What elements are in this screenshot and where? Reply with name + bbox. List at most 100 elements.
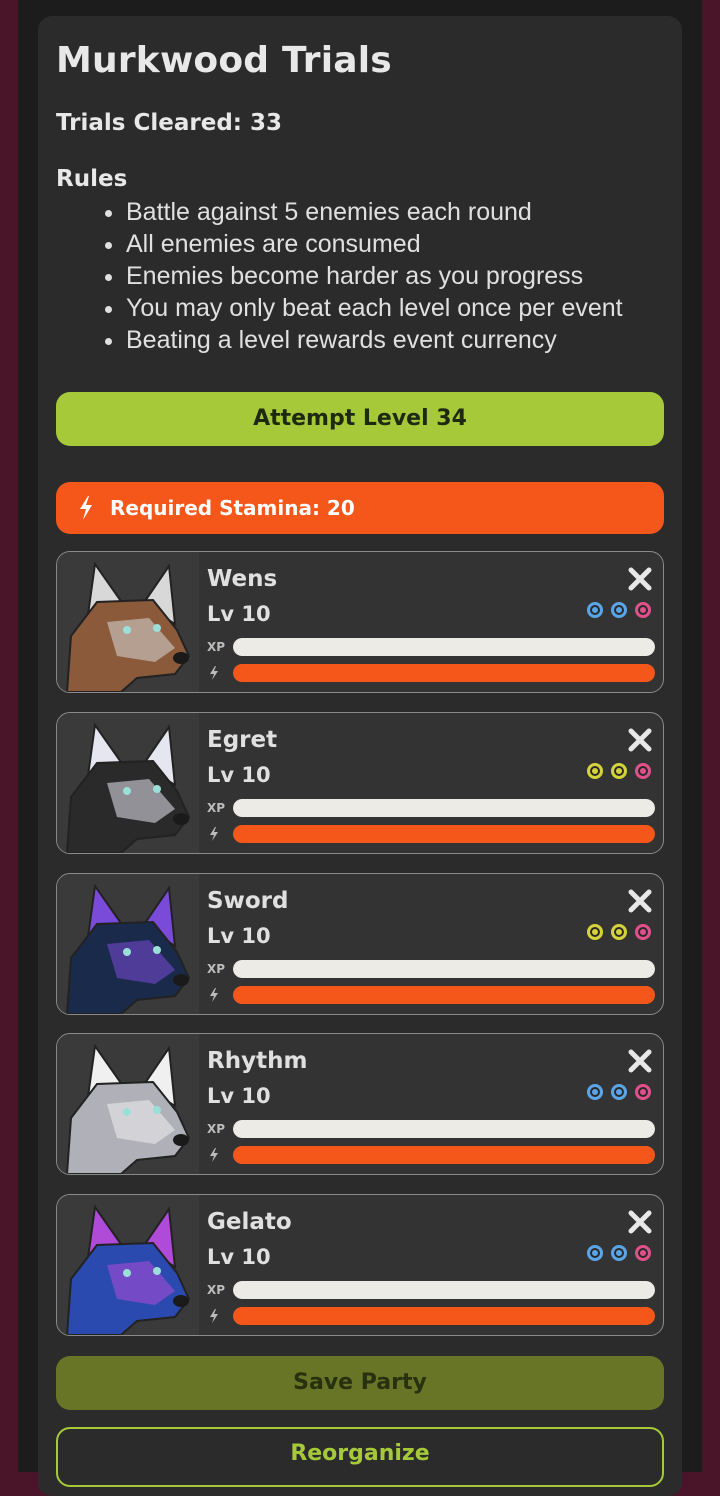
- rule-item: Beating a level rewards event currency: [126, 324, 706, 356]
- member-name: Rhythm: [207, 1048, 308, 1074]
- remove-member-close-icon[interactable]: [627, 1048, 653, 1074]
- trait-icons: [587, 924, 659, 944]
- trials-cleared-count: Trials Cleared: 33: [56, 110, 282, 136]
- stamina-bar-fill: [233, 1307, 655, 1325]
- remove-member-close-icon[interactable]: [627, 727, 653, 753]
- save-party-button[interactable]: Save Party: [56, 1356, 664, 1410]
- trait-icons: [587, 1245, 659, 1265]
- rules-list: Battle against 5 enemies each round All …: [96, 196, 706, 356]
- trait-badge-icon: [587, 1084, 603, 1100]
- portrait-nose: [173, 813, 189, 825]
- trait-icons: [587, 602, 659, 622]
- member-level: Lv 10: [207, 924, 271, 948]
- member-name: Wens: [207, 566, 278, 592]
- wolf-portrait: [57, 552, 199, 692]
- xp-bar-fill: [233, 960, 655, 978]
- stamina-bar: [233, 1307, 655, 1325]
- stamina-bar-fill: [233, 1146, 655, 1164]
- member-level: Lv 10: [207, 1245, 271, 1269]
- trait-badge-icon: [635, 763, 651, 779]
- trait-badge-icon: [611, 763, 627, 779]
- portrait-eye: [153, 624, 161, 632]
- trait-badge-icon: [635, 1245, 651, 1261]
- stamina-bolt-icon: [210, 666, 218, 680]
- member-name: Sword: [207, 888, 289, 914]
- trait-badge-icon: [635, 602, 651, 618]
- portrait-nose: [173, 974, 189, 986]
- party-member-card[interactable]: Sword Lv 10 XP: [56, 873, 664, 1015]
- xp-bar: [233, 638, 655, 656]
- xp-bar-fill: [233, 638, 655, 656]
- trait-badge-icon: [587, 763, 603, 779]
- portrait-eye: [123, 626, 131, 634]
- trait-badge-icon: [587, 1245, 603, 1261]
- remove-member-close-icon[interactable]: [627, 1209, 653, 1235]
- portrait-eye: [123, 787, 131, 795]
- trait-icons: [587, 763, 659, 783]
- xp-label: XP: [207, 801, 226, 815]
- member-level: Lv 10: [207, 1084, 271, 1108]
- trait-badge-icon: [635, 924, 651, 940]
- portrait-nose: [173, 652, 189, 664]
- stamina-bolt-icon: [210, 1309, 218, 1323]
- xp-label: XP: [207, 1283, 226, 1297]
- lightning-bolt-icon: [80, 496, 92, 520]
- portrait-eye: [153, 1267, 161, 1275]
- portrait-eye: [153, 946, 161, 954]
- xp-bar-fill: [233, 1120, 655, 1138]
- portrait-eye: [123, 948, 131, 956]
- rule-item: All enemies are consumed: [126, 228, 706, 260]
- stamina-bolt-icon: [210, 1148, 218, 1162]
- rules-heading: Rules: [56, 166, 128, 192]
- party-member-card[interactable]: Rhythm Lv 10 XP: [56, 1033, 664, 1175]
- xp-bar: [233, 1120, 655, 1138]
- xp-bar-fill: [233, 799, 655, 817]
- stamina-bar: [233, 1146, 655, 1164]
- stamina-bar: [233, 825, 655, 843]
- party-member-card[interactable]: Wens Lv 10 XP: [56, 551, 664, 693]
- xp-label: XP: [207, 640, 226, 654]
- wolf-portrait: [57, 874, 199, 1014]
- required-stamina-banner: Required Stamina: 20: [56, 482, 664, 534]
- trait-badge-icon: [611, 1084, 627, 1100]
- reorganize-button[interactable]: Reorganize: [56, 1427, 664, 1487]
- stamina-bolt-icon: [210, 988, 218, 1002]
- wolf-portrait: [57, 713, 199, 853]
- portrait-eye: [123, 1108, 131, 1116]
- xp-bar: [233, 1281, 655, 1299]
- page-title: Murkwood Trials: [56, 40, 392, 81]
- party-member-card[interactable]: Egret Lv 10 XP: [56, 712, 664, 854]
- trait-badge-icon: [611, 602, 627, 618]
- trait-badge-icon: [587, 924, 603, 940]
- xp-bar: [233, 960, 655, 978]
- trait-icons: [587, 1084, 659, 1104]
- stamina-bar: [233, 664, 655, 682]
- remove-member-close-icon[interactable]: [627, 566, 653, 592]
- portrait-eye: [123, 1269, 131, 1277]
- rule-item: You may only beat each level once per ev…: [126, 292, 706, 324]
- xp-bar: [233, 799, 655, 817]
- member-name: Egret: [207, 727, 278, 753]
- remove-member-close-icon[interactable]: [627, 888, 653, 914]
- trait-badge-icon: [635, 1084, 651, 1100]
- trait-badge-icon: [611, 1245, 627, 1261]
- xp-label: XP: [207, 962, 226, 976]
- stamina-bar: [233, 986, 655, 1004]
- required-stamina-label: Required Stamina: 20: [110, 496, 355, 520]
- stamina-bar-fill: [233, 664, 655, 682]
- member-name: Gelato: [207, 1209, 292, 1235]
- portrait-eye: [153, 785, 161, 793]
- portrait-eye: [153, 1106, 161, 1114]
- portrait-nose: [173, 1295, 189, 1307]
- attempt-level-button[interactable]: Attempt Level 34: [56, 392, 664, 446]
- member-level: Lv 10: [207, 602, 271, 626]
- trait-badge-icon: [587, 602, 603, 618]
- party-member-card[interactable]: Gelato Lv 10 XP: [56, 1194, 664, 1336]
- wolf-portrait: [57, 1034, 199, 1174]
- member-level: Lv 10: [207, 763, 271, 787]
- rule-item: Enemies become harder as you progress: [126, 260, 706, 292]
- wolf-portrait: [57, 1195, 199, 1335]
- stamina-bolt-icon: [210, 827, 218, 841]
- rule-item: Battle against 5 enemies each round: [126, 196, 706, 228]
- trait-badge-icon: [611, 924, 627, 940]
